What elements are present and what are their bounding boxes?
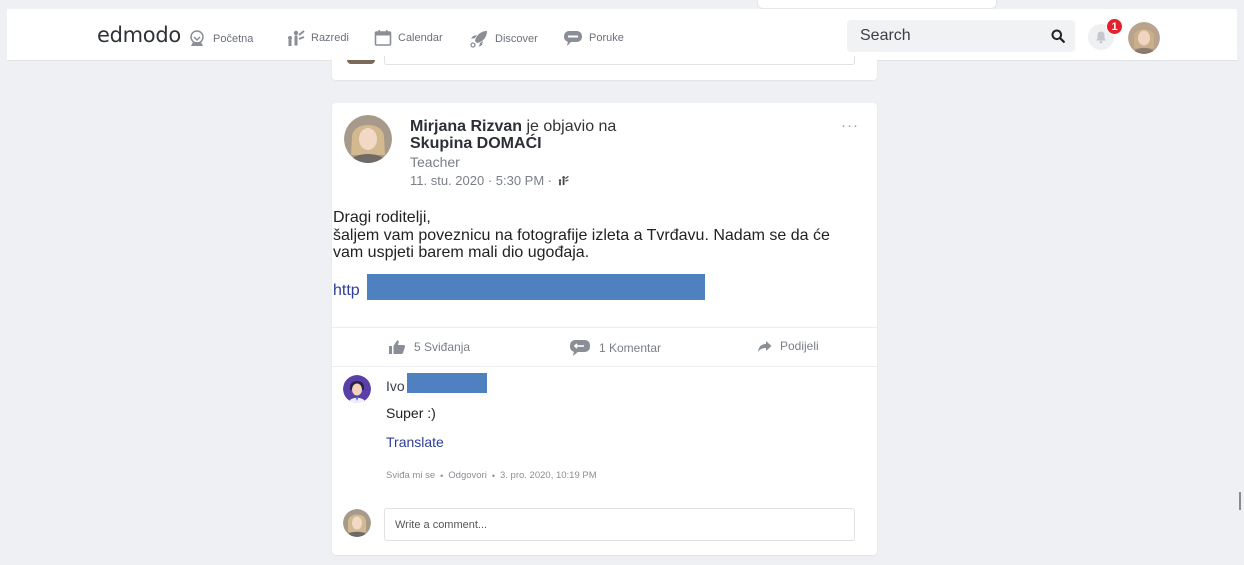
comments-count: 1 Komentar <box>599 341 662 355</box>
redacted-name <box>407 373 487 393</box>
nav-home-label: Početna <box>213 33 254 45</box>
post-body-line: šaljem vam poveznicu na fotografije izle… <box>333 226 830 244</box>
group-name[interactable]: Skupina DOMAĆI <box>410 135 542 153</box>
nav-discover-label: Discover <box>495 33 538 45</box>
post-time: 11. stu. 2020 · 5:30 PM · <box>410 173 553 188</box>
message-icon <box>564 31 582 46</box>
author-role: Teacher <box>410 154 460 170</box>
nav-calendar-label: Calendar <box>398 32 443 44</box>
posted-in-text: je objavio na <box>526 118 617 135</box>
comment-meta: Sviđa mi se • Odgovori • 3. pro. 2020, 1… <box>386 470 597 481</box>
translate-link[interactable]: Translate <box>386 434 444 450</box>
comment-icon <box>570 340 590 356</box>
nav-calendar[interactable]: Calendar <box>374 29 443 47</box>
thumbs-up-icon <box>389 340 405 354</box>
previous-post-card <box>332 56 877 80</box>
top-navbar: edmodo Početna Razredi Calendar Discover… <box>7 9 1237 61</box>
nav-discover[interactable]: Discover <box>469 29 538 49</box>
avatar <box>347 60 375 64</box>
user-avatar[interactable] <box>1128 22 1160 54</box>
nav-classes-label: Razredi <box>311 32 349 44</box>
bell-icon <box>1096 31 1106 44</box>
search-icon[interactable] <box>1051 29 1065 43</box>
nav-home[interactable]: Početna <box>187 29 253 49</box>
logo[interactable]: edmodo <box>97 23 181 47</box>
nav-messages-label: Poruke <box>589 32 624 44</box>
comment-like-link[interactable]: Sviđa mi se <box>386 470 435 481</box>
comment-button[interactable]: 1 Komentar <box>569 339 661 357</box>
post-timestamp: 11. stu. 2020 · 5:30 PM · <box>410 173 569 188</box>
comment-text: Super :) <box>386 405 436 421</box>
notification-badge: 1 <box>1106 18 1123 35</box>
home-icon <box>190 30 204 46</box>
nav-classes[interactable]: Razredi <box>285 29 349 47</box>
comment-reply-link[interactable]: Odgovori <box>448 470 487 481</box>
scrollbar[interactable] <box>1239 492 1241 510</box>
rocket-icon <box>470 31 487 48</box>
commenter-name[interactable]: Ivo <box>386 378 405 394</box>
current-user-avatar <box>343 509 371 537</box>
search-box <box>847 20 1075 52</box>
comment-field[interactable] <box>384 56 855 65</box>
post-menu-button[interactable]: ··· <box>841 117 859 134</box>
post-body-line: Dragi roditelji, <box>333 209 431 226</box>
commenter-avatar[interactable] <box>343 375 371 403</box>
separator: • <box>440 470 444 481</box>
author-line: Mirjana Rizvan je objavio na <box>410 118 616 136</box>
dropdown-edge <box>757 0 997 9</box>
author-name[interactable]: Mirjana Rizvan <box>410 118 522 135</box>
comment-composer <box>384 508 855 541</box>
redacted-link <box>367 274 705 300</box>
nav-messages[interactable]: Poruke <box>563 29 624 47</box>
comment-input[interactable] <box>385 509 854 540</box>
search-input[interactable] <box>847 20 1043 52</box>
classes-icon <box>288 30 305 46</box>
post-link[interactable]: http <box>333 282 360 300</box>
classes-icon <box>558 175 569 186</box>
author-avatar[interactable] <box>344 115 392 163</box>
share-label: Podijeli <box>780 339 819 353</box>
post-actions-bar: 5 Sviđanja 1 Komentar Podijeli <box>332 327 877 367</box>
comment-time: 3. pro. 2020, 10:19 PM <box>499 470 597 481</box>
like-button[interactable]: 5 Sviđanja <box>388 339 470 355</box>
separator: • <box>491 470 495 481</box>
post-card: Mirjana Rizvan je objavio na Skupina DOM… <box>332 103 877 555</box>
likes-count: 5 Sviđanja <box>414 340 471 354</box>
post-body-line: vam uspjeti barem mali dio ugođaja. <box>333 244 590 261</box>
calendar-icon <box>374 30 392 46</box>
share-icon <box>758 340 772 352</box>
post-body: Dragi roditelji, šaljem vam poveznicu na… <box>333 209 863 262</box>
share-button[interactable]: Podijeli <box>757 339 819 353</box>
